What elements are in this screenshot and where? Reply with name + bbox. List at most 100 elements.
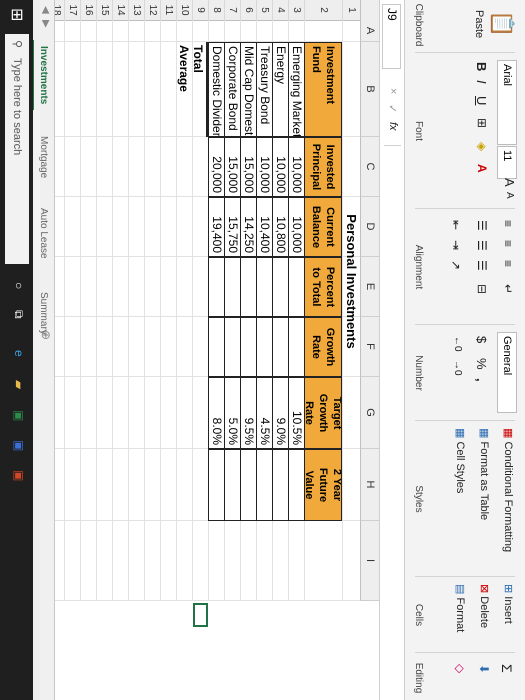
comma-button[interactable]: , bbox=[474, 378, 489, 382]
target-growth-cell[interactable]: 9.0% bbox=[272, 377, 288, 449]
current-balance-cell[interactable]: 15,750 bbox=[224, 197, 240, 257]
target-growth-cell[interactable]: 4.5% bbox=[256, 377, 272, 449]
target-growth-cell[interactable]: 9.5% bbox=[240, 377, 256, 449]
column-title[interactable]: Invested Principal bbox=[304, 137, 342, 197]
format-button[interactable]: ▤ Format bbox=[454, 584, 467, 632]
row-header[interactable]: 2 bbox=[304, 0, 342, 21]
sheet-tab[interactable]: Auto Lease bbox=[34, 202, 52, 265]
align-center-icon[interactable]: ☰ bbox=[475, 240, 489, 251]
fund-name-cell[interactable]: Corporate Bond bbox=[224, 42, 240, 137]
column-header[interactable]: A bbox=[360, 20, 379, 42]
align-top-icon[interactable]: ≡ bbox=[501, 220, 515, 227]
column-header[interactable]: B bbox=[360, 42, 379, 137]
fund-name-cell[interactable]: Treasury Bond bbox=[256, 42, 272, 137]
fund-name-cell[interactable]: Domestic Dividend bbox=[208, 42, 224, 137]
conditional-formatting-button[interactable]: ▦ Conditional Formatting bbox=[502, 428, 515, 552]
fund-name-cell[interactable]: Energy bbox=[272, 42, 288, 137]
decrease-indent-icon[interactable]: ⇤ bbox=[449, 220, 463, 230]
percent-to-total-cell[interactable] bbox=[256, 257, 272, 317]
delete-button[interactable]: ⊠ Delete bbox=[478, 584, 491, 628]
future-value-cell[interactable] bbox=[288, 449, 304, 521]
merge-center-icon[interactable]: ⊟ bbox=[475, 284, 489, 294]
row-header[interactable]: 12 bbox=[144, 0, 160, 21]
column-header[interactable]: H bbox=[360, 449, 379, 521]
future-value-cell[interactable] bbox=[256, 449, 272, 521]
grow-font-button[interactable]: A bbox=[502, 178, 517, 187]
enter-icon[interactable]: ✓ bbox=[386, 104, 399, 113]
column-header[interactable]: I bbox=[360, 521, 379, 601]
target-growth-cell[interactable]: 5.0% bbox=[224, 377, 240, 449]
row-header[interactable]: 15 bbox=[96, 0, 112, 21]
target-growth-cell[interactable]: 8.0% bbox=[208, 377, 224, 449]
invested-principal-cell[interactable]: 10,000 bbox=[256, 137, 272, 197]
word-taskbar-icon[interactable]: ▣ bbox=[12, 440, 26, 451]
format-as-table-button[interactable]: ▦ Format as Table bbox=[478, 428, 491, 520]
italic-button[interactable]: I bbox=[474, 80, 489, 84]
column-title[interactable]: Growth Rate bbox=[304, 317, 342, 377]
sheet-tab[interactable]: Mortgage bbox=[34, 130, 52, 184]
bold-button[interactable]: B bbox=[474, 62, 489, 71]
paste-icon[interactable]: 📋 bbox=[489, 10, 515, 37]
file-explorer-icon[interactable]: ▰ bbox=[12, 380, 26, 389]
percent-to-total-cell[interactable] bbox=[272, 257, 288, 317]
column-header[interactable]: F bbox=[360, 317, 379, 377]
insert-button[interactable]: ⊞ Insert bbox=[502, 584, 515, 624]
cell-styles-button[interactable]: ▦ Cell Styles bbox=[454, 428, 467, 493]
current-balance-cell[interactable]: 14,250 bbox=[240, 197, 256, 257]
paste-button[interactable]: Paste bbox=[473, 10, 485, 38]
percent-to-total-cell[interactable] bbox=[224, 257, 240, 317]
clear-icon[interactable]: ◇ bbox=[453, 664, 467, 673]
column-header[interactable]: C bbox=[360, 137, 379, 197]
align-left-icon[interactable]: ☰ bbox=[475, 220, 489, 231]
invested-principal-cell[interactable]: 10,000 bbox=[272, 137, 288, 197]
invested-principal-cell[interactable]: 15,000 bbox=[224, 137, 240, 197]
growth-rate-cell[interactable] bbox=[256, 317, 272, 377]
future-value-cell[interactable] bbox=[240, 449, 256, 521]
column-header[interactable]: E bbox=[360, 257, 379, 317]
increase-decimal-icon[interactable]: ←0 bbox=[452, 336, 463, 352]
font-color-icon[interactable]: A bbox=[475, 164, 489, 173]
future-value-cell[interactable] bbox=[272, 449, 288, 521]
currency-button[interactable]: $ bbox=[474, 336, 489, 343]
shrink-font-button[interactable]: A bbox=[504, 192, 515, 199]
current-balance-cell[interactable]: 10,800 bbox=[272, 197, 288, 257]
fund-name-cell[interactable]: Emerging Markets bbox=[288, 42, 304, 137]
growth-rate-cell[interactable] bbox=[208, 317, 224, 377]
sheet-tab[interactable]: Investments bbox=[32, 40, 52, 111]
cortana-icon[interactable]: ○ bbox=[12, 282, 26, 289]
insert-function-icon[interactable]: fx bbox=[387, 122, 399, 131]
autosum-icon[interactable]: Σ bbox=[499, 664, 515, 673]
row-header[interactable]: 5 bbox=[256, 0, 272, 21]
excel-taskbar-icon[interactable]: ▣ bbox=[12, 410, 26, 421]
align-right-icon[interactable]: ☰ bbox=[475, 260, 489, 271]
column-title[interactable]: Current Balance bbox=[304, 197, 342, 257]
tab-scroll-right-icon[interactable]: ▶ bbox=[40, 20, 51, 28]
target-growth-cell[interactable]: 10.5% bbox=[288, 377, 304, 449]
taskbar-search[interactable]: ⚲ Type here to search bbox=[5, 34, 29, 264]
row-header[interactable]: 14 bbox=[112, 0, 128, 21]
row-header[interactable]: 6 bbox=[240, 0, 256, 21]
fund-name-cell[interactable]: Mid Cap Domestic bbox=[240, 42, 256, 137]
align-bottom-icon[interactable]: ≡ bbox=[501, 260, 515, 267]
current-balance-cell[interactable]: 10,400 bbox=[256, 197, 272, 257]
align-middle-icon[interactable]: ≡ bbox=[501, 240, 515, 247]
invested-principal-cell[interactable]: 20,000 bbox=[208, 137, 224, 197]
row-header[interactable]: 4 bbox=[272, 0, 288, 21]
active-cell-indicator[interactable] bbox=[193, 603, 208, 627]
growth-rate-cell[interactable] bbox=[288, 317, 304, 377]
font-size-box[interactable]: 11 bbox=[497, 146, 517, 179]
column-header[interactable]: G bbox=[360, 377, 379, 449]
select-all-corner[interactable] bbox=[360, 0, 379, 21]
edge-icon[interactable]: e bbox=[12, 350, 26, 357]
future-value-cell[interactable] bbox=[224, 449, 240, 521]
invested-principal-cell[interactable]: 15,000 bbox=[240, 137, 256, 197]
column-title[interactable]: 2 Year Future Value bbox=[304, 449, 342, 521]
percent-to-total-cell[interactable] bbox=[208, 257, 224, 317]
growth-rate-cell[interactable] bbox=[224, 317, 240, 377]
task-view-icon[interactable]: ⧉ bbox=[11, 310, 26, 319]
column-title[interactable]: Percent to Total bbox=[304, 257, 342, 317]
percent-to-total-cell[interactable] bbox=[288, 257, 304, 317]
future-value-cell[interactable] bbox=[208, 449, 224, 521]
windows-start-icon[interactable]: ⊞ bbox=[7, 8, 27, 21]
row-header[interactable]: 8 bbox=[208, 0, 224, 21]
